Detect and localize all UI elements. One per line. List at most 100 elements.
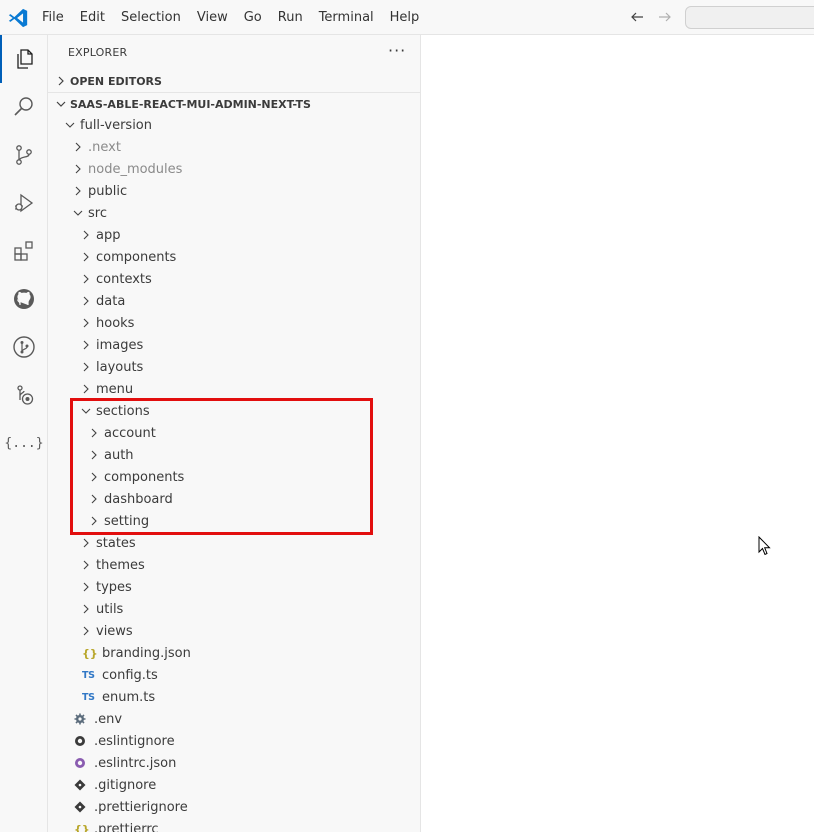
menu-help[interactable]: Help — [382, 0, 428, 35]
ts-badge: TS — [82, 669, 95, 681]
eslint-config-icon — [74, 752, 92, 774]
tree-folder-components[interactable]: components — [48, 246, 420, 268]
explorer-sidebar: EXPLORER ··· OPEN EDITORS SAAS-ABLE-REAC… — [48, 35, 421, 832]
tree-item-label: views — [96, 623, 133, 639]
chevron-down-icon — [78, 400, 94, 422]
tree-item-label: account — [104, 425, 156, 441]
project-label: SAAS-ABLE-REACT-MUI-ADMIN-NEXT-TS — [70, 97, 311, 111]
ts-badge: TS — [82, 691, 95, 703]
editor-area[interactable] — [421, 35, 814, 832]
menu-go[interactable]: Go — [236, 0, 270, 35]
tree-file-config-ts[interactable]: TS config.ts — [48, 664, 420, 686]
eslint-ignore-icon — [74, 730, 92, 752]
tree-item-label: .prettierignore — [94, 799, 188, 815]
tree-file-branding-json[interactable]: {} branding.json — [48, 642, 420, 664]
menu-view[interactable]: View — [189, 0, 236, 35]
tree-folder-components[interactable]: components — [48, 466, 420, 488]
menu-run[interactable]: Run — [270, 0, 311, 35]
tree-item-label: .eslintignore — [94, 733, 175, 749]
json-icon[interactable]: {...} — [0, 419, 48, 467]
menu-terminal[interactable]: Terminal — [311, 0, 382, 35]
tree-folder-src[interactable]: src — [48, 202, 420, 224]
tree-folder-menu[interactable]: menu — [48, 378, 420, 400]
tree-item-label: states — [96, 535, 136, 551]
extensions-icon[interactable] — [0, 227, 48, 275]
file-tree: full-version .next node_modulespublic src ap… — [48, 114, 420, 832]
tree-item-label: setting — [104, 513, 150, 529]
tree-folder-node-modules[interactable]: node_modules — [48, 158, 420, 180]
git-graph-icon[interactable] — [0, 323, 48, 371]
tree-file-eslintignore[interactable]: .eslintignore — [48, 730, 420, 752]
tree-folder-types[interactable]: types — [48, 576, 420, 598]
tree-folder-dashboard[interactable]: dashboard — [48, 488, 420, 510]
tree-item-label: auth — [104, 447, 134, 463]
activity-bar: {...} — [0, 35, 48, 832]
tree-file-gitignore[interactable]: .gitignore — [48, 774, 420, 796]
forward-arrow-icon[interactable] — [654, 6, 676, 28]
chevron-right-icon — [78, 246, 94, 268]
github-icon[interactable] — [0, 275, 48, 323]
tree-folder-themes[interactable]: themes — [48, 554, 420, 576]
tree-folder-states[interactable]: states — [48, 532, 420, 554]
explorer-icon[interactable] — [0, 35, 48, 83]
tree-item-label: node_modules — [88, 161, 183, 177]
tree-file-enum-ts[interactable]: TS enum.ts — [48, 686, 420, 708]
chevron-right-icon — [78, 268, 94, 290]
back-arrow-icon[interactable] — [626, 6, 648, 28]
tree-folder-app[interactable]: app — [48, 224, 420, 246]
project-section[interactable]: SAAS-ABLE-REACT-MUI-ADMIN-NEXT-TS — [48, 93, 420, 115]
tree-item-label: menu — [96, 381, 134, 397]
run-debug-icon[interactable] — [0, 179, 48, 227]
chevron-right-icon — [78, 290, 94, 312]
menu-selection[interactable]: Selection — [113, 0, 189, 35]
tree-file-eslintrc-json[interactable]: .eslintrc.json — [48, 752, 420, 774]
remote-explorer-icon[interactable] — [0, 371, 48, 419]
tree-folder-auth[interactable]: auth — [48, 444, 420, 466]
tree-file-prettierignore[interactable]: .prettierignore — [48, 796, 420, 818]
chevron-right-icon — [86, 510, 102, 532]
tree-folder-next[interactable]: .next — [48, 136, 420, 158]
chevron-right-icon — [86, 466, 102, 488]
json-badge: {} — [74, 822, 90, 832]
gear-icon — [74, 708, 92, 730]
tree-item-label: themes — [96, 557, 145, 573]
tree-item-label: components — [104, 469, 185, 485]
tree-folder-public[interactable]: public — [48, 180, 420, 202]
tree-folder-layouts[interactable]: layouts — [48, 356, 420, 378]
menu-edit[interactable]: Edit — [72, 0, 113, 35]
tree-folder-sections[interactable]: sections — [48, 400, 420, 422]
chevron-down-icon — [70, 202, 86, 224]
tree-item-label: hooks — [96, 315, 135, 331]
tree-folder-data[interactable]: data — [48, 290, 420, 312]
command-center-search[interactable] — [685, 6, 814, 29]
tree-folder-views[interactable]: views — [48, 620, 420, 642]
tree-folder-contexts[interactable]: contexts — [48, 268, 420, 290]
search-icon[interactable] — [0, 83, 48, 131]
source-control-icon[interactable] — [0, 131, 48, 179]
tree-file-prettierrc[interactable]: {} .prettierrc — [48, 818, 420, 832]
tree-file-env[interactable]: .env — [48, 708, 420, 730]
tree-item-label: images — [96, 337, 144, 353]
json-file-icon: {} — [74, 818, 92, 832]
json-file-icon: {} — [82, 642, 100, 664]
json-badge: {} — [82, 646, 98, 660]
tree-item-label: .gitignore — [94, 777, 157, 793]
chevron-right-icon — [86, 422, 102, 444]
tree-item-label: public — [88, 183, 128, 199]
tree-item-label: app — [96, 227, 121, 243]
tree-folder-full-version[interactable]: full-version — [48, 114, 420, 136]
more-actions-icon[interactable]: ··· — [388, 41, 406, 60]
vscode-logo-icon[interactable] — [7, 7, 29, 29]
tree-item-label: .prettierrc — [94, 821, 159, 832]
tree-folder-images[interactable]: images — [48, 334, 420, 356]
tree-item-label: contexts — [96, 271, 152, 287]
navigation-arrows — [626, 6, 676, 28]
chevron-right-icon — [86, 444, 102, 466]
tree-folder-setting[interactable]: setting — [48, 510, 420, 532]
open-editors-section[interactable]: OPEN EDITORS — [48, 70, 420, 92]
tree-folder-utils[interactable]: utils — [48, 598, 420, 620]
tree-folder-account[interactable]: account — [48, 422, 420, 444]
menu-file[interactable]: File — [34, 0, 72, 35]
tree-folder-hooks[interactable]: hooks — [48, 312, 420, 334]
open-editors-label: OPEN EDITORS — [70, 74, 162, 88]
